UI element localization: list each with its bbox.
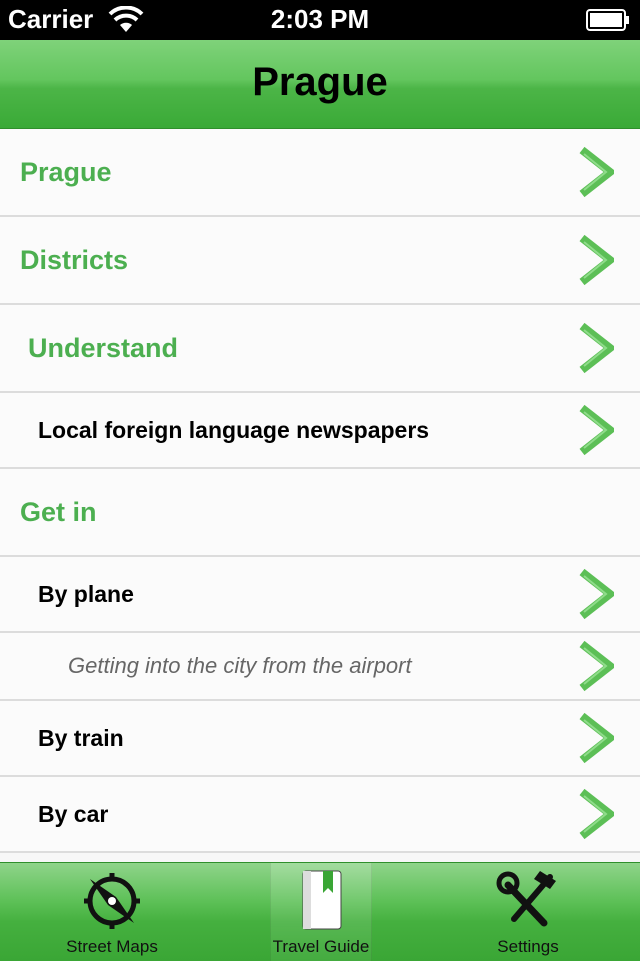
row-label: Get in	[20, 496, 97, 527]
row-label: Understand	[28, 332, 179, 363]
list-row[interactable]: By plane	[0, 557, 640, 633]
tab-label: Street Maps	[66, 937, 158, 956]
guide-section-list[interactable]: Prague Districts Understand Local foreign l…	[0, 129, 640, 862]
row-label: Districts	[20, 244, 129, 275]
navigation-bar: Prague	[0, 40, 640, 129]
chevron-right-icon	[579, 712, 614, 764]
chevron-right-icon	[579, 146, 614, 198]
page-title: Prague	[252, 60, 388, 104]
list-row[interactable]: Prague	[0, 129, 640, 217]
row-label: Local foreign language newspapers	[38, 416, 430, 443]
list-row[interactable]: Districts	[0, 217, 640, 305]
list-row[interactable]: By car	[0, 777, 640, 853]
row-label: By train	[38, 724, 124, 751]
compass-icon	[84, 873, 140, 929]
clock: 2:03 PM	[270, 4, 370, 34]
list-row[interactable]: Getting into the city from the airport	[0, 633, 640, 701]
battery-icon	[586, 9, 629, 31]
row-label: Getting into the city from the airport	[68, 653, 412, 678]
row-label: Prague	[20, 156, 112, 187]
list-row[interactable]: By train	[0, 701, 640, 777]
book-icon	[302, 870, 342, 930]
tab-settings[interactable]: Settings	[478, 863, 578, 961]
chevron-right-icon	[579, 322, 614, 374]
tab-label: Travel Guide	[272, 937, 370, 956]
list-row[interactable]: Local foreign language newspapers	[0, 393, 640, 469]
row-label: By car	[38, 800, 109, 827]
chevron-right-icon	[579, 568, 614, 620]
chevron-right-icon	[579, 640, 614, 692]
list-row[interactable]: Get in	[0, 469, 640, 557]
tab-street-maps[interactable]: Street Maps	[62, 863, 162, 961]
chevron-right-icon	[579, 788, 614, 840]
row-label: By plane	[38, 580, 134, 607]
tab-travel-guide[interactable]: Travel Guide	[270, 863, 372, 961]
chevron-right-icon	[579, 404, 614, 456]
status-bar: Carrier 2:03 PM	[0, 0, 640, 40]
tab-label: Settings	[497, 937, 559, 956]
tools-icon	[496, 871, 556, 927]
chevron-right-icon	[579, 234, 614, 286]
list-row[interactable]: Understand	[0, 305, 640, 393]
tab-bar: Street Maps Travel Guide Settings	[0, 862, 640, 961]
